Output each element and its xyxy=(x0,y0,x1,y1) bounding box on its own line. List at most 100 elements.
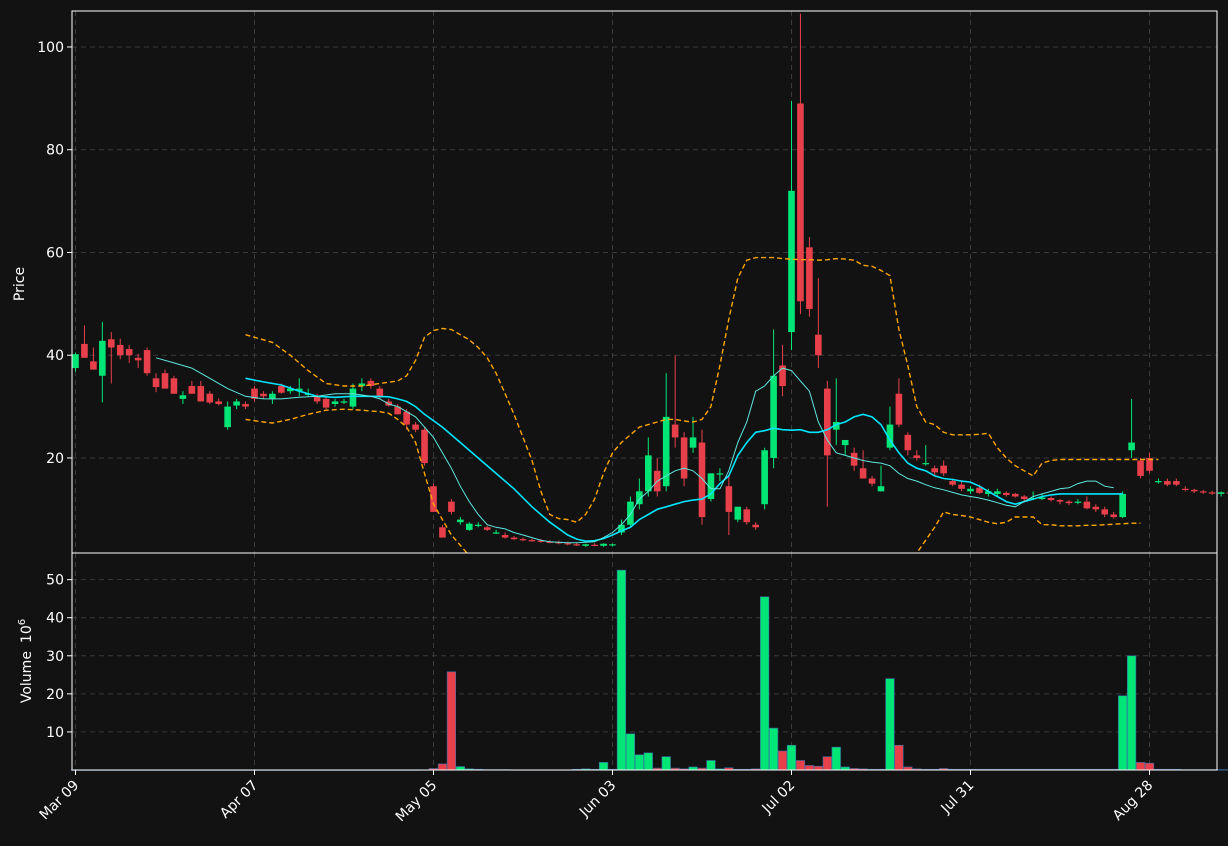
candle-body xyxy=(99,340,106,376)
candle-body xyxy=(564,543,572,545)
price-tick-label: 100 xyxy=(37,40,64,56)
candle-body xyxy=(671,424,679,438)
candle-body xyxy=(770,375,777,458)
candle-body xyxy=(206,393,214,403)
candle-body xyxy=(161,373,169,389)
candle-body xyxy=(278,386,285,393)
candle-body xyxy=(940,465,947,474)
candle-body xyxy=(958,484,965,489)
candle-body xyxy=(1020,496,1028,500)
volume-tick-label: 50 xyxy=(46,573,64,589)
volume-bar xyxy=(1135,762,1146,771)
candle-body xyxy=(859,468,867,479)
candle-body xyxy=(1056,500,1064,502)
volume-bar xyxy=(822,756,832,771)
candle-body xyxy=(81,343,88,358)
candle-body xyxy=(609,544,616,546)
candle-body xyxy=(931,468,938,473)
price-axis-label: Price xyxy=(12,267,28,301)
candle-body xyxy=(922,463,930,465)
candle-body xyxy=(1208,492,1216,494)
volume-tick-label: 40 xyxy=(46,611,64,627)
volume-bar xyxy=(643,752,653,771)
candle-body xyxy=(698,442,706,518)
candle-body xyxy=(1217,492,1225,494)
candle-body xyxy=(1182,488,1189,490)
candle-body xyxy=(108,339,115,348)
price-tick-label: 60 xyxy=(46,245,64,261)
candle-body xyxy=(116,344,124,356)
candle-body xyxy=(143,350,151,374)
price-tick-label: 40 xyxy=(46,348,64,364)
candle-body xyxy=(224,406,231,428)
volume-bar xyxy=(768,727,779,771)
candle-body xyxy=(457,519,464,523)
candle-body xyxy=(152,378,160,388)
candle-body xyxy=(913,455,921,458)
volume-bar xyxy=(813,765,823,771)
candle-body xyxy=(403,411,410,425)
candle-body xyxy=(215,401,222,405)
volume-axis-label-text: Volume xyxy=(19,651,35,703)
candle-body xyxy=(645,455,652,492)
candle-body xyxy=(949,481,956,485)
candle-body xyxy=(322,398,330,408)
candle-body xyxy=(269,393,276,399)
candle-body xyxy=(1092,506,1100,510)
volume-bar xyxy=(795,760,806,771)
candle-body xyxy=(824,388,831,456)
candle-body xyxy=(1164,481,1171,485)
candle-body xyxy=(976,487,983,493)
candlestick-chart: 204060801001020304050Mar 09 Apr 07 May 05 J… xyxy=(0,0,1228,842)
candle-body xyxy=(1155,481,1162,483)
candle-body xyxy=(600,543,607,546)
candle-body xyxy=(331,401,339,405)
candle-body xyxy=(797,103,804,302)
candle-body xyxy=(349,388,357,407)
candle-body xyxy=(72,354,79,369)
volume-bar xyxy=(661,756,671,771)
volume-bar xyxy=(760,596,770,771)
candle-body xyxy=(788,190,795,333)
candle-body xyxy=(716,473,724,475)
candle-body xyxy=(1074,501,1082,503)
candle-body xyxy=(895,393,903,425)
volume-bar xyxy=(804,765,814,771)
volume-bar xyxy=(1144,762,1155,771)
candle-body xyxy=(868,478,876,484)
candle-body xyxy=(1101,509,1109,515)
candle-body xyxy=(510,537,518,540)
candle-body xyxy=(841,439,849,446)
candle-body xyxy=(752,524,759,528)
candle-body xyxy=(1065,501,1073,504)
candle-body xyxy=(170,378,178,394)
volume-bar xyxy=(786,744,797,771)
volume-bar xyxy=(634,754,644,771)
candle-body xyxy=(1199,491,1207,493)
volume-tick-label: 30 xyxy=(46,649,64,665)
candle-body xyxy=(134,357,142,361)
candle-body xyxy=(591,544,598,546)
candle-body xyxy=(90,361,97,370)
candle-body xyxy=(1003,492,1010,495)
candle-body xyxy=(260,393,267,397)
candle-body xyxy=(734,506,742,520)
volume-bar xyxy=(625,733,635,771)
candle-body xyxy=(188,386,196,394)
candle-body xyxy=(466,523,473,530)
candle-body xyxy=(1190,489,1198,492)
candle-body xyxy=(125,349,133,356)
candle-body xyxy=(994,491,1001,494)
volume-bar xyxy=(706,760,716,771)
candle-body xyxy=(815,334,822,356)
volume-exponent-power: 6 xyxy=(17,619,28,625)
candle-body xyxy=(519,539,527,541)
candle-body xyxy=(1047,498,1055,501)
candle-body xyxy=(967,488,974,492)
candle-body xyxy=(904,434,912,451)
volume-tick-label: 20 xyxy=(46,687,64,703)
candle-body xyxy=(501,535,509,538)
candle-body xyxy=(573,544,580,546)
candle-body xyxy=(179,395,187,399)
candle-body xyxy=(474,524,482,526)
